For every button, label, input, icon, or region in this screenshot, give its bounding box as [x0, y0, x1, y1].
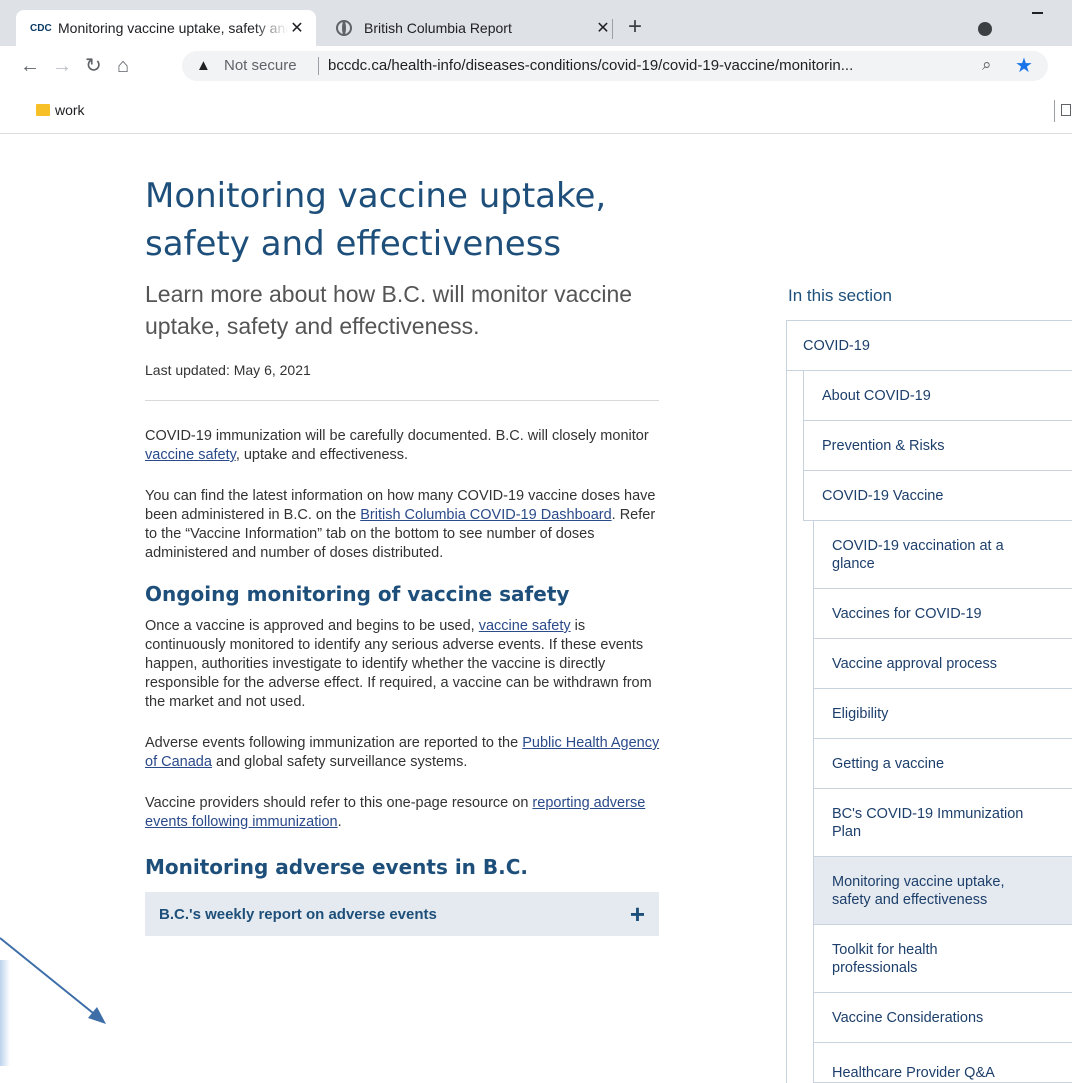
tab-monitoring-vaccine[interactable]: CDC Monitoring vaccine uptake, safety an… [16, 10, 316, 46]
tab-title: British Columbia Report [364, 20, 512, 36]
tab-title: Monitoring vaccine uptake, safety and ef… [58, 20, 288, 36]
paragraph-immunization: COVID-19 immunization will be carefully … [145, 428, 649, 463]
paragraph-providers: Vaccine providers should refer to this o… [145, 795, 646, 830]
warning-icon: ▲ [196, 57, 211, 74]
profile-icon[interactable] [978, 22, 992, 36]
tab-strip: CDC Monitoring vaccine uptake, safety an… [0, 0, 1072, 46]
forward-arrow-icon[interactable]: → [52, 54, 72, 78]
sidebar-item-eligibility[interactable]: Eligibility [813, 689, 1072, 739]
address-bar[interactable]: ▲ Not secure bccdc.ca/health-info/diseas… [182, 51, 1048, 81]
close-tab-icon[interactable]: ✕ [288, 18, 306, 38]
reload-icon[interactable]: ↻ [85, 54, 102, 78]
globe-icon [336, 20, 352, 36]
page-title: Monitoring vaccine uptake, safety and ef… [145, 176, 607, 264]
address-divider [318, 57, 319, 75]
sidebar-item-vaccine-considerations[interactable]: Vaccine Considerations [813, 993, 1072, 1043]
minimize-window-icon[interactable] [1032, 12, 1043, 14]
sidebar-item-covid-19[interactable]: COVID-19 [787, 321, 1072, 371]
back-arrow-icon[interactable]: ← [20, 54, 40, 78]
bookmark-star-icon[interactable]: ★ [1015, 53, 1033, 78]
heading-ongoing-monitoring: Ongoing monitoring of vaccine safety [145, 582, 570, 606]
link-bc-dashboard[interactable]: British Columbia COVID-19 Dashboard [360, 507, 611, 523]
plus-icon: + [629, 899, 645, 929]
sidebar-item-vaccine-approval-process[interactable]: Vaccine approval process [813, 639, 1072, 689]
tab-separator [612, 19, 613, 39]
security-label[interactable]: Not secure [224, 57, 297, 74]
accordion-weekly-report[interactable]: B.C.'s weekly report on adverse events + [145, 892, 659, 936]
sidebar-item-vaccines-for-covid-19[interactable]: Vaccines for COVID-19 [813, 589, 1072, 639]
link-vaccine-safety[interactable]: vaccine safety [145, 447, 236, 463]
tab-british-columbia-report[interactable]: British Columbia Report ✕ [322, 10, 622, 46]
bookmark-work[interactable]: work [55, 102, 85, 118]
sidebar-item-toolkit[interactable]: Toolkit for health professionals [813, 925, 1072, 993]
heading-monitoring-adverse: Monitoring adverse events in B.C. [145, 855, 528, 879]
cdc-favicon-icon: CDC [30, 22, 52, 34]
sidebar-item-provider-qa[interactable]: Healthcare Provider Q&A [813, 1043, 1072, 1083]
content-divider [145, 400, 659, 401]
zoom-icon[interactable]: ⌕ [982, 55, 992, 75]
sidebar-title: In this section [788, 286, 892, 305]
sidebar-item-getting-a-vaccine[interactable]: Getting a vaccine [813, 739, 1072, 789]
home-icon[interactable]: ⌂ [117, 54, 129, 78]
sidebar-item-about-covid-19[interactable]: About COVID-19 [803, 371, 1072, 421]
link-vaccine-safety-2[interactable]: vaccine safety [479, 618, 571, 634]
reading-list-icon[interactable] [1061, 104, 1071, 116]
bookmarks-bar: work [0, 86, 1072, 134]
page-lede: Learn more about how B.C. will monitor v… [145, 281, 633, 339]
url-text[interactable]: bccdc.ca/health-info/diseases-conditions… [328, 57, 968, 74]
accordion-label: B.C.'s weekly report on adverse events [159, 905, 437, 923]
sidebar-item-vaccination-at-a-glance[interactable]: COVID-19 vaccination at a glance [813, 521, 1072, 589]
paragraph-dashboard: You can find the latest information on h… [145, 488, 656, 561]
sidebar-item-immunization-plan[interactable]: BC's COVID-19 Immunization Plan [813, 789, 1072, 857]
edge-glow [0, 960, 10, 1066]
sidebar-item-covid-19-vaccine[interactable]: COVID-19 Vaccine [803, 471, 1072, 521]
new-tab-button[interactable]: + [628, 14, 642, 40]
section-nav: COVID-19 About COVID-19 Prevention & Ris… [786, 320, 1072, 1083]
last-updated: Last updated: May 6, 2021 [145, 362, 311, 378]
paragraph-adverse-reporting: Adverse events following immunization ar… [145, 735, 660, 770]
paragraph-safety: Once a vaccine is approved and begins to… [145, 618, 652, 710]
sidebar-item-monitoring-vaccine[interactable]: Monitoring vaccine uptake, safety and ef… [813, 857, 1072, 925]
browser-toolbar: ← → ↻ ⌂ ▲ Not secure bccdc.ca/health-inf… [0, 46, 1072, 118]
bookmarks-separator [1054, 100, 1055, 122]
main-content: Monitoring vaccine uptake, safety and ef… [145, 172, 659, 936]
folder-icon [36, 104, 50, 116]
close-tab-icon[interactable]: ✕ [594, 18, 612, 38]
sidebar-item-prevention-risks[interactable]: Prevention & Risks [803, 421, 1072, 471]
